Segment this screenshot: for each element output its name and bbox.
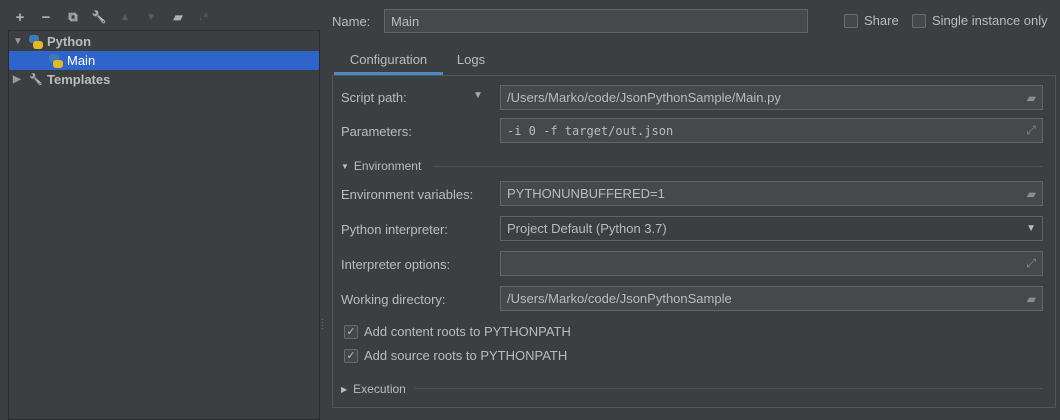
tab-label: Logs <box>456 52 486 67</box>
share-label: Share <box>864 13 899 28</box>
interpreter-select[interactable]: Project Default (Python 3.7) ▼ <box>500 216 1043 241</box>
move-up-icon[interactable]: ▲ <box>116 8 134 26</box>
parameters-label: Parameters: <box>341 124 412 139</box>
tree-item-label: Python <box>47 34 92 49</box>
source-roots-checkbox[interactable]: ✓ Add source roots to PYTHONPATH <box>344 348 567 363</box>
expand-arrow-icon: ▶ <box>341 384 348 394</box>
python-icon <box>29 34 43 49</box>
add-icon[interactable]: + <box>11 8 29 26</box>
parameters-value: -i 0 -f target/out.json <box>507 123 674 138</box>
checkbox-checked-icon[interactable]: ✓ <box>344 324 358 339</box>
source-roots-label: Add source roots to PYTHONPATH <box>364 348 568 363</box>
single-instance-label: Single instance only <box>932 13 1048 28</box>
working-dir-label: Working directory: <box>341 292 446 307</box>
folder-icon[interactable]: ▰ <box>1027 292 1036 306</box>
env-vars-input[interactable]: PYTHONUNBUFFERED=1 ▰ <box>500 181 1043 206</box>
remove-icon[interactable]: − <box>37 8 55 26</box>
tab-logs[interactable]: Logs <box>447 44 495 75</box>
new-folder-icon[interactable]: ▰ <box>169 8 187 26</box>
chevron-down-icon[interactable]: ▼ <box>1026 223 1036 234</box>
divider <box>415 388 1043 389</box>
name-value: Main <box>391 13 420 29</box>
interp-options-input[interactable]: ⤢ <box>500 251 1043 276</box>
share-checkbox[interactable]: Share <box>844 13 899 28</box>
name-input[interactable]: Main <box>384 9 808 33</box>
env-vars-label: Environment variables: <box>341 187 474 202</box>
working-dir-value: /Users/Marko/code/JsonPythonSample <box>507 291 732 306</box>
script-path-label: Script path: <box>341 90 407 105</box>
expand-arrow-icon[interactable]: ▼ <box>9 36 29 47</box>
environment-section-toggle[interactable]: ▼ Environment <box>341 159 421 173</box>
collapse-arrow-icon[interactable]: ▶ <box>9 74 29 85</box>
sort-icon[interactable]: ↓ᵃ <box>194 8 212 26</box>
working-dir-input[interactable]: /Users/Marko/code/JsonPythonSample ▰ <box>500 286 1043 311</box>
content-roots-checkbox[interactable]: ✓ Add content roots to PYTHONPATH <box>344 324 571 339</box>
move-down-icon[interactable]: ▼ <box>142 8 160 26</box>
script-path-value: /Users/Marko/code/JsonPythonSample/Main.… <box>507 90 781 105</box>
expand-icon[interactable]: ⤢ <box>1026 123 1036 138</box>
content-roots-label: Add content roots to PYTHONPATH <box>364 324 571 339</box>
wrench-icon[interactable]: 🔧 <box>90 8 108 26</box>
single-instance-checkbox[interactable]: Single instance only <box>912 13 1048 28</box>
env-vars-value: PYTHONUNBUFFERED=1 <box>507 186 665 201</box>
config-tree: ▼ Python Main ▶ 🔧 Templates <box>8 30 320 420</box>
tree-item-python[interactable]: ▼ Python <box>9 32 319 51</box>
tree-item-label: Templates <box>47 72 111 87</box>
checkbox-checked-icon[interactable]: ✓ <box>344 348 358 363</box>
tab-label: Configuration <box>349 52 428 67</box>
script-type-dropdown-icon[interactable]: ▼ <box>473 90 483 101</box>
checkbox-icon[interactable] <box>912 13 926 28</box>
expand-icon[interactable]: ⤢ <box>1026 256 1036 271</box>
wrench-icon: 🔧 <box>29 74 43 86</box>
tree-item-templates[interactable]: ▶ 🔧 Templates <box>9 70 319 89</box>
tab-configuration[interactable]: Configuration <box>334 44 443 75</box>
folder-icon[interactable]: ▰ <box>1027 91 1036 105</box>
interp-options-label: Interpreter options: <box>341 257 451 272</box>
execution-section-toggle[interactable]: ▶ Execution <box>341 382 406 396</box>
interpreter-label: Python interpreter: <box>341 222 448 237</box>
tree-item-main[interactable]: Main <box>9 51 319 70</box>
tree-item-label: Main <box>67 53 96 68</box>
script-path-input[interactable]: /Users/Marko/code/JsonPythonSample/Main.… <box>500 85 1043 110</box>
name-label: Name: <box>332 14 371 29</box>
parameters-input[interactable]: -i 0 -f target/out.json ⤢ <box>500 118 1043 143</box>
interpreter-value: Project Default (Python 3.7) <box>507 221 667 236</box>
checkbox-icon[interactable] <box>844 13 858 28</box>
python-icon <box>49 53 63 68</box>
section-title: Execution <box>353 382 406 396</box>
folder-icon[interactable]: ▰ <box>1027 187 1036 201</box>
section-title: Environment <box>353 159 422 173</box>
collapse-arrow-icon: ▼ <box>341 161 349 171</box>
splitter-handle[interactable]: · · · · <box>321 316 324 333</box>
divider <box>433 166 1043 167</box>
copy-icon[interactable]: ⧉ <box>64 8 82 26</box>
